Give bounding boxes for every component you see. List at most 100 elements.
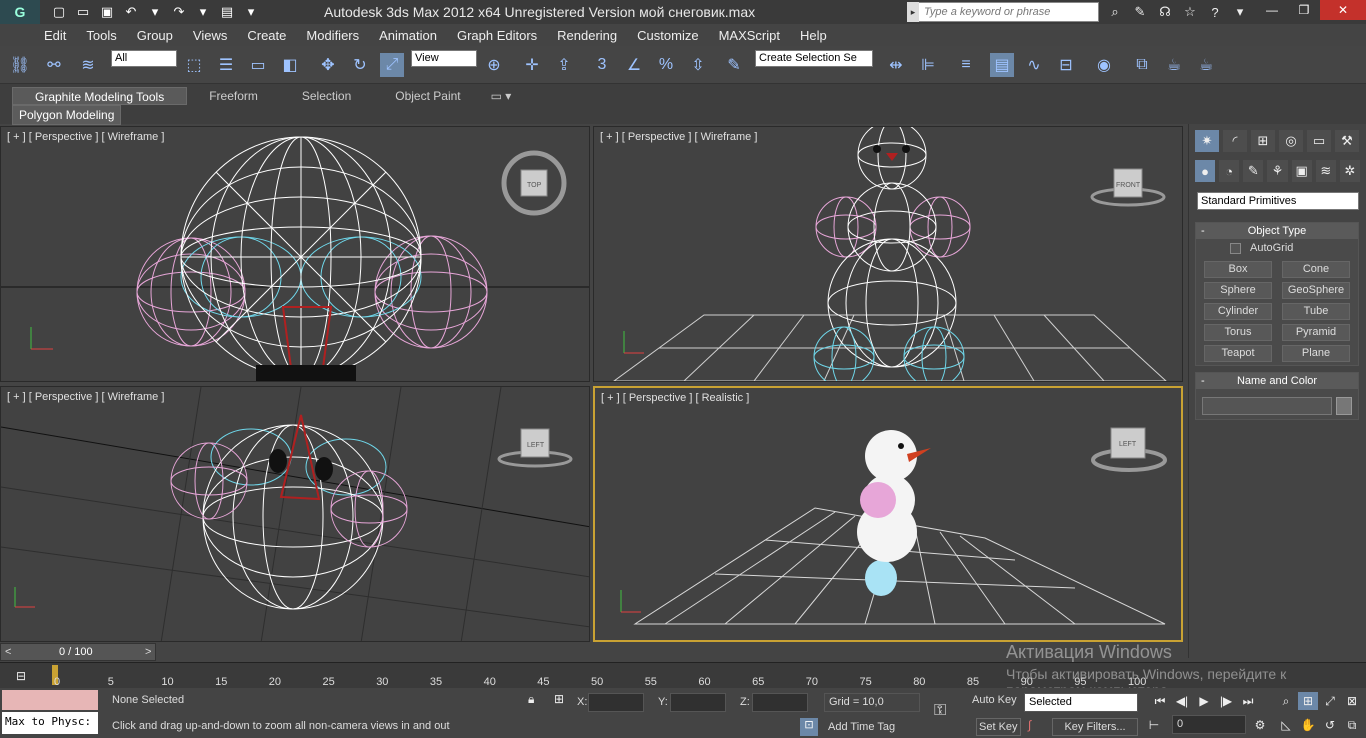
mini-curve-editor-icon[interactable]: ⊟ bbox=[8, 666, 34, 686]
display-tab-icon[interactable]: ▭ bbox=[1307, 130, 1331, 152]
plane-button[interactable]: Plane bbox=[1282, 345, 1350, 362]
sphere-button[interactable]: Sphere bbox=[1204, 282, 1272, 299]
systems-icon[interactable]: ✲ bbox=[1339, 160, 1360, 182]
shapes-icon[interactable]: ◔ bbox=[1219, 160, 1240, 182]
primitives-dropdown[interactable]: Standard Primitives bbox=[1197, 192, 1359, 210]
minimize-icon[interactable]: — bbox=[1256, 0, 1288, 20]
set-key-button[interactable]: Set Key bbox=[976, 718, 1021, 736]
tab-freeform[interactable]: Freeform bbox=[187, 87, 280, 105]
tab-selection[interactable]: Selection bbox=[280, 87, 373, 105]
time-tag-icon[interactable]: ⊡ bbox=[800, 718, 818, 736]
ribbon-options-icon[interactable]: ▭ ▾ bbox=[483, 87, 520, 105]
schematic-view-icon[interactable]: ⊟ bbox=[1054, 53, 1078, 77]
rotate-icon[interactable]: ↻ bbox=[348, 53, 372, 77]
curve-editor-icon[interactable]: ∿ bbox=[1022, 53, 1046, 77]
search-input[interactable]: Type a keyword or phrase bbox=[907, 2, 1099, 22]
project-folder-icon[interactable]: ▤ bbox=[216, 2, 238, 22]
tube-button[interactable]: Tube bbox=[1282, 303, 1350, 320]
pan-icon[interactable]: ✋ bbox=[1298, 716, 1318, 734]
create-tab-icon[interactable]: ✷ bbox=[1195, 130, 1219, 152]
zoom-all-icon[interactable]: ⊞ bbox=[1298, 692, 1318, 710]
viewport-top-right[interactable]: FRONT [ + ] [ Perspective ] [ Wireframe … bbox=[593, 126, 1183, 382]
pivot-center-icon[interactable]: ⊕ bbox=[482, 53, 506, 77]
material-editor-icon[interactable]: ◉ bbox=[1092, 53, 1116, 77]
torus-button[interactable]: Torus bbox=[1204, 324, 1272, 341]
z-coordinate-field[interactable] bbox=[752, 693, 808, 712]
redo-dropdown-icon[interactable]: ▾ bbox=[192, 2, 214, 22]
tab-object-paint[interactable]: Object Paint bbox=[373, 87, 482, 105]
add-time-tag[interactable]: Add Time Tag bbox=[828, 721, 895, 733]
auto-key-button[interactable]: Auto Key bbox=[972, 694, 1017, 706]
zoom-extents-all-icon[interactable]: ⊠ bbox=[1342, 692, 1362, 710]
next-frame-icon[interactable]: > bbox=[145, 646, 151, 658]
angle-snap-icon[interactable]: ∠ bbox=[622, 53, 646, 77]
viewport-label[interactable]: [ + ] [ Perspective ] [ Wireframe ] bbox=[600, 131, 757, 143]
selection-filter-dropdown[interactable]: All bbox=[111, 50, 177, 67]
zoom-extents-icon[interactable]: ⤢ bbox=[1320, 692, 1340, 710]
link-icon[interactable]: ⛓ bbox=[8, 53, 32, 77]
maximize-viewport-icon[interactable]: ⧉ bbox=[1342, 716, 1362, 734]
undo-icon[interactable]: ↶ bbox=[120, 2, 142, 22]
help-dropdown-icon[interactable]: ▾ bbox=[1229, 2, 1251, 22]
time-slider[interactable]: < 0 / 100 > bbox=[0, 643, 156, 661]
render-production-icon[interactable]: ☕ bbox=[1194, 53, 1218, 77]
select-object-icon[interactable]: ⬚ bbox=[182, 53, 206, 77]
teapot-button[interactable]: Teapot bbox=[1204, 345, 1272, 362]
play-icon[interactable]: ▶ bbox=[1194, 692, 1214, 710]
viewcube-left-realistic[interactable] bbox=[1091, 427, 1167, 472]
graphite-toggle-icon[interactable]: ▤ bbox=[990, 53, 1014, 77]
motion-tab-icon[interactable]: ◎ bbox=[1279, 130, 1303, 152]
select-by-name-icon[interactable]: ☰ bbox=[214, 53, 238, 77]
spinner-snap-icon[interactable]: ⇳ bbox=[686, 53, 710, 77]
rendered-frame-icon[interactable]: ☕ bbox=[1162, 53, 1186, 77]
menu-edit[interactable]: Edit bbox=[44, 28, 66, 43]
open-file-icon[interactable]: ▭ bbox=[72, 2, 94, 22]
object-name-field[interactable] bbox=[1202, 397, 1332, 415]
mirror-icon[interactable]: ⇹ bbox=[884, 53, 908, 77]
menu-graph-editors[interactable]: Graph Editors bbox=[457, 28, 537, 43]
tools-icon[interactable]: ✎ bbox=[1129, 2, 1151, 22]
key-mode-toggle-icon[interactable]: ⊢ bbox=[1144, 716, 1164, 734]
bind-spacewarp-icon[interactable]: ≋ bbox=[76, 53, 100, 77]
named-selection-dropdown[interactable]: Create Selection Se bbox=[755, 50, 873, 67]
redo-icon[interactable]: ↷ bbox=[168, 2, 190, 22]
viewport-label[interactable]: [ + ] [ Perspective ] [ Wireframe ] bbox=[7, 131, 164, 143]
viewport-label[interactable]: [ + ] [ Perspective ] [ Realistic ] bbox=[601, 392, 749, 404]
object-type-header[interactable]: - Object Type bbox=[1196, 223, 1358, 239]
rect-selection-icon[interactable]: ▭ bbox=[246, 53, 270, 77]
window-crossing-icon[interactable]: ◧ bbox=[278, 53, 302, 77]
favorites-icon[interactable]: ☆ bbox=[1179, 2, 1201, 22]
panel-polygon-modeling[interactable]: Polygon Modeling bbox=[12, 105, 122, 125]
menu-modifiers[interactable]: Modifiers bbox=[306, 28, 359, 43]
search-expand-icon[interactable]: ▸ bbox=[907, 2, 919, 22]
tab-graphite-modeling[interactable]: Graphite Modeling Tools bbox=[12, 87, 188, 105]
align-icon[interactable]: ⊫ bbox=[916, 53, 940, 77]
viewport-label[interactable]: [ + ] [ Perspective ] [ Wireframe ] bbox=[7, 391, 164, 403]
goto-end-icon[interactable]: ⏭ bbox=[1238, 692, 1258, 710]
hierarchy-tab-icon[interactable]: ⊞ bbox=[1251, 130, 1275, 152]
menu-rendering[interactable]: Rendering bbox=[557, 28, 617, 43]
prev-frame-icon[interactable]: < bbox=[5, 646, 11, 658]
menu-create[interactable]: Create bbox=[247, 28, 286, 43]
geometry-icon[interactable]: ● bbox=[1195, 160, 1216, 182]
y-coordinate-field[interactable] bbox=[670, 693, 726, 712]
key-icon[interactable]: ⚿ bbox=[934, 702, 946, 720]
time-config-icon[interactable]: ⚙ bbox=[1250, 716, 1270, 734]
absolute-mode-icon[interactable]: ⊞ bbox=[554, 692, 564, 706]
box-button[interactable]: Box bbox=[1204, 261, 1272, 278]
new-file-icon[interactable]: ▢ bbox=[48, 2, 70, 22]
listener-pink-field[interactable] bbox=[2, 690, 98, 710]
helpers-icon[interactable]: ▣ bbox=[1291, 160, 1312, 182]
lights-icon[interactable]: ✎ bbox=[1243, 160, 1264, 182]
prev-key-icon[interactable]: ◀| bbox=[1172, 692, 1192, 710]
save-icon[interactable]: ▣ bbox=[96, 2, 118, 22]
keyboard-shortcut-icon[interactable]: ⇪ bbox=[552, 53, 576, 77]
move-icon[interactable]: ✥ bbox=[316, 53, 340, 77]
percent-snap-icon[interactable]: % bbox=[654, 53, 678, 77]
customize-qa-icon[interactable]: ▾ bbox=[240, 2, 262, 22]
zoom-icon[interactable]: ⌕ bbox=[1276, 692, 1296, 710]
snaps-toggle-icon[interactable]: 3 bbox=[590, 53, 614, 77]
binoculars-icon[interactable]: ⌕ bbox=[1104, 2, 1126, 22]
communication-icon[interactable]: ☊ bbox=[1154, 2, 1176, 22]
menu-views[interactable]: Views bbox=[193, 28, 227, 43]
